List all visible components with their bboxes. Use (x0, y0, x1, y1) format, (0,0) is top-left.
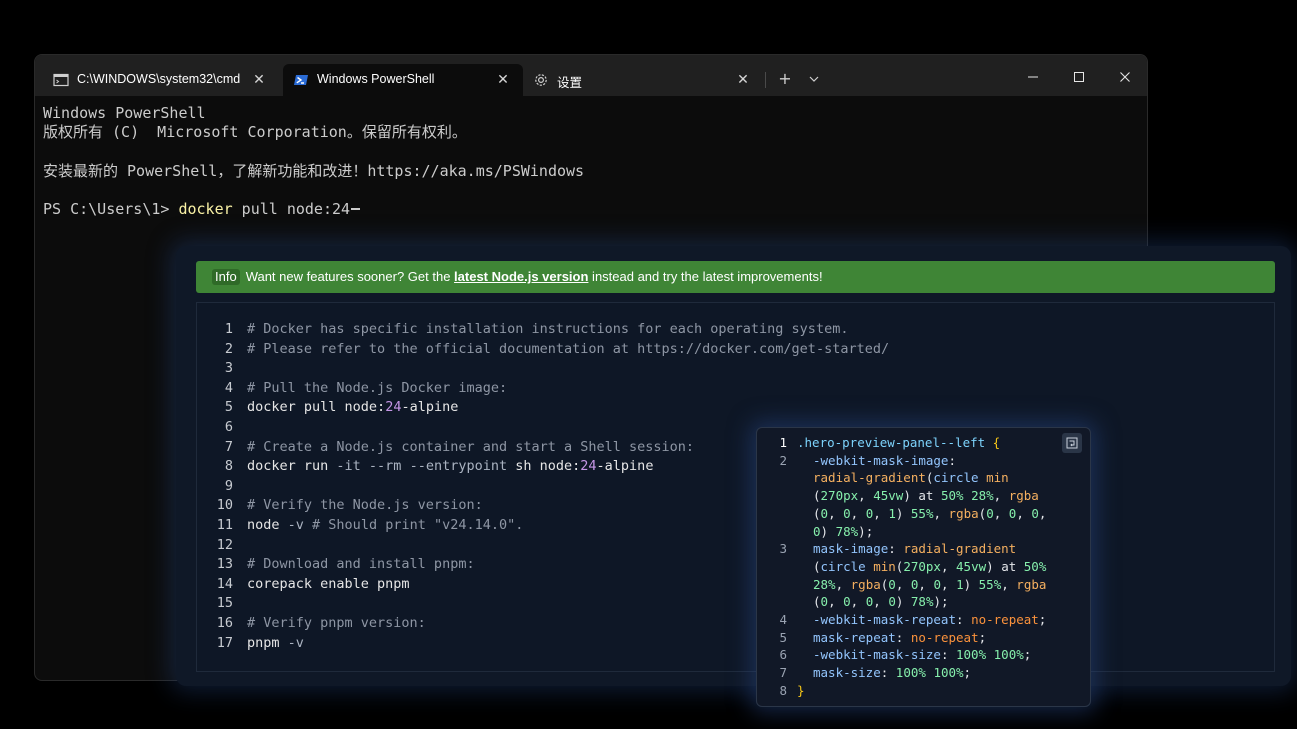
popup-line-number: 1 (779, 435, 787, 450)
popup-code-line: -webkit-mask-size: 100% 100%; (813, 647, 1032, 663)
popup-code-line: -webkit-mask-image: (813, 452, 956, 468)
popup-code-line: (270px, 45vw) at 50% 28%, rgba (813, 488, 1039, 504)
code-text: # Download and install pnpm: (247, 556, 475, 573)
prompt: PS C:\Users\1> (43, 199, 179, 218)
command-args: pull node:24 (232, 199, 351, 218)
popup-code: 1 .hero-preview-panel--left { 2 -webkit-mas… (757, 428, 1090, 706)
popup-code-line: mask-image: radial-gradient (813, 541, 1017, 557)
popup-code-line: (0, 0, 0, 0) 78%); (813, 594, 949, 610)
terminal-output[interactable]: Windows PowerShell 版权所有 (C) Microsoft Co… (43, 104, 1139, 219)
close-icon[interactable]: ✕ (733, 70, 753, 90)
code-text: # Pull the Node.js Docker image: (247, 379, 508, 396)
maximize-icon (1074, 72, 1084, 82)
line-number: 17 (216, 634, 233, 651)
close-icon (1120, 72, 1130, 82)
chevron-down-icon (809, 76, 819, 82)
line-number: 8 (224, 458, 233, 475)
tab-cmd[interactable]: C:\WINDOWS\system32\cmd.e ✕ (43, 64, 279, 96)
popup-line-number: 2 (779, 452, 787, 468)
terminal-line: Windows PowerShell (43, 104, 206, 122)
code-text: # Verify the Node.js version: (247, 497, 483, 514)
line-number: 10 (216, 497, 233, 514)
code-text: pnpm -v (247, 634, 304, 651)
cmd-icon (53, 72, 69, 88)
tab-bar: C:\WINDOWS\system32\cmd.e ✕ Windows Powe… (35, 55, 1147, 96)
popup-code-line: (0, 0, 0, 1) 55%, rgba(0, 0, 0, (813, 505, 1047, 521)
maximize-button[interactable] (1056, 63, 1102, 91)
line-number: 7 (224, 438, 233, 455)
popup-code-line: mask-repeat: no-repeat; (813, 629, 987, 645)
code-text: # Verify pnpm version: (247, 614, 426, 631)
line-number: 2 (224, 340, 233, 357)
tab-cmd-label: C:\WINDOWS\system32\cmd.e (77, 72, 241, 86)
code-text: # Please refer to the official documenta… (247, 340, 890, 357)
info-banner: Info Want new features sooner? Get the la… (196, 261, 1275, 293)
code-text: corepack enable pnpm (247, 575, 410, 592)
line-number: 15 (216, 595, 233, 612)
tab-settings-label: 设置 (557, 76, 583, 90)
minimize-button[interactable] (1010, 63, 1056, 91)
minimize-icon (1028, 76, 1038, 78)
popup-line-number: 7 (779, 665, 787, 681)
tab-settings[interactable]: 设置 ✕ (523, 64, 763, 96)
popup-code-line: 28%, rgba(0, 0, 0, 1) 55%, rgba (813, 576, 1047, 592)
line-number: 6 (224, 418, 233, 435)
tab-divider (765, 72, 766, 88)
line-number: 16 (216, 614, 233, 631)
code-block: 1 # Docker has specific installation inst… (196, 302, 1275, 672)
prompt-line[interactable]: PS C:\Users\1> docker pull node:24 (43, 200, 1139, 219)
close-window-button[interactable] (1102, 63, 1147, 91)
line-number: 11 (216, 516, 233, 533)
code-text: # Docker has specific installation instr… (247, 321, 849, 337)
line-number: 4 (224, 379, 233, 396)
popup-code-line: radial-gradient(circle min (813, 470, 1009, 486)
line-number: 13 (216, 556, 233, 573)
popup-line-number: 5 (779, 629, 787, 645)
tab-powershell-label: Windows PowerShell (317, 72, 435, 86)
popup-line-number: 6 (779, 647, 787, 663)
popup-code-line: 0) 78%); (813, 523, 874, 539)
code-text: node -v # Should print "v24.14.0". (247, 516, 524, 533)
popup-line-number: 3 (779, 541, 787, 557)
latest-nodejs-link[interactable]: latest Node.js version (454, 269, 588, 284)
code-text: docker pull node:24-alpine (247, 399, 459, 416)
line-number: 9 (224, 477, 233, 494)
banner-text: Want new features sooner? Get the (245, 269, 455, 284)
banner-text-end: instead and try the latest improvements! (588, 269, 823, 284)
line-number: 5 (224, 399, 233, 416)
line-number: 1 (224, 321, 233, 337)
popup-code-line: } (797, 682, 805, 698)
line-number: 3 (224, 360, 233, 377)
close-icon[interactable]: ✕ (493, 70, 513, 90)
popup-line-number: 4 (779, 612, 787, 627)
new-tab-button[interactable]: + (773, 67, 797, 91)
code-text: # Create a Node.js container and start a… (247, 438, 695, 455)
line-number: 12 (216, 536, 233, 553)
close-icon[interactable]: ✕ (249, 70, 269, 90)
popup-code-line: -webkit-mask-repeat: no-repeat; (813, 612, 1047, 627)
gear-icon (533, 72, 549, 88)
command-name: docker (178, 199, 233, 218)
code-text: docker run -it --rm --entrypoint sh node… (247, 458, 654, 475)
line-number: 14 (216, 575, 233, 592)
popup-code-line: mask-size: 100% 100%; (813, 665, 972, 681)
popup-line-number: 8 (779, 682, 787, 698)
text-cursor (351, 208, 361, 211)
docs-panel: Info Want new features sooner? Get the la… (176, 246, 1291, 686)
tab-powershell[interactable]: Windows PowerShell ✕ (283, 64, 523, 96)
tab-dropdown-button[interactable] (802, 67, 826, 91)
css-preview-popup: 1 .hero-preview-panel--left { 2 -webkit-mas… (756, 427, 1091, 707)
powershell-icon (293, 72, 309, 88)
info-badge: Info (212, 269, 240, 285)
terminal-line: 安装最新的 PowerShell，了解新功能和改进！https://aka.ms… (43, 161, 585, 180)
popup-code-line: (circle min(270px, 45vw) at 50% (813, 558, 1047, 574)
terminal-line: 版权所有 (C) Microsoft Corporation。保留所有权利。 (43, 123, 467, 142)
popup-code-line: .hero-preview-panel--left { (797, 435, 1001, 450)
